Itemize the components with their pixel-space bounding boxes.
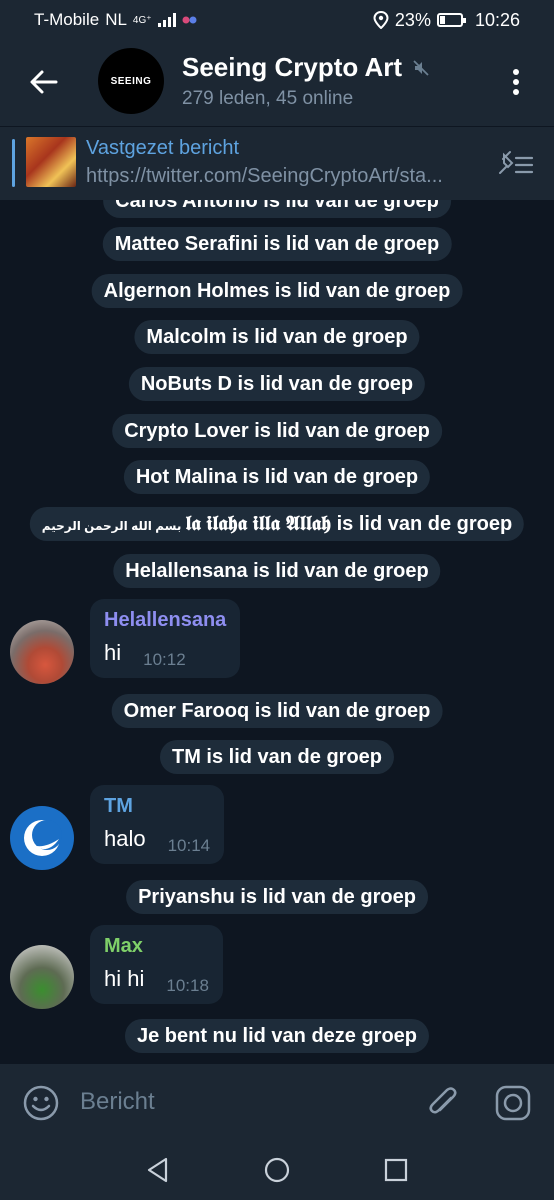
location-icon — [373, 11, 389, 29]
avatar[interactable] — [10, 945, 74, 1009]
signal-icon — [157, 13, 176, 27]
message-bubble[interactable]: TM halo 10:14 — [90, 785, 225, 864]
sender-name[interactable]: Max — [104, 935, 209, 958]
message-time: 10:12 — [143, 650, 186, 669]
chat-title-text: Seeing Crypto Art — [182, 52, 403, 82]
service-message: Matteo Serafini is lid van de groep — [102, 227, 452, 261]
pinned-accent-bar — [12, 139, 15, 187]
message-text: hi — [104, 640, 122, 665]
network-label: NL — [105, 10, 127, 29]
nav-recent-apps-icon[interactable] — [382, 1156, 410, 1184]
pinned-thumbnail — [26, 137, 76, 187]
back-arrow-icon[interactable] — [26, 64, 62, 100]
service-message: Algernon Holmes is lid van de groep — [91, 274, 463, 308]
service-message: Je bent nu lid van deze groep — [124, 1019, 430, 1053]
service-message: بسم الله الرحمن الرحيم 𝖑𝖆 𝖎𝖑𝖆𝖍𝖆 𝖎𝖑𝖑𝖆 𝕬𝖑𝖑𝖆… — [29, 507, 525, 541]
message-time: 10:14 — [167, 836, 211, 855]
service-message: TM is lid van de groep — [159, 740, 395, 774]
message-time: 10:18 — [166, 976, 209, 995]
message-bubble[interactable]: Max hi hi 10:18 — [90, 925, 223, 1004]
message-input[interactable] — [80, 1082, 380, 1122]
carrier-label: T-Mobile — [34, 10, 100, 29]
message-bubble[interactable]: Helallensana hi 10:12 — [90, 599, 241, 678]
pinned-message[interactable]: Vastgezet bericht https://twitter.com/Se… — [0, 126, 554, 200]
arabic-prefix: بسم الله الرحمن الرحيم — [41, 519, 182, 533]
message-composer — [0, 1064, 554, 1140]
avatar[interactable] — [10, 806, 74, 870]
muted-icon — [413, 59, 429, 76]
service-message: Crypto Lover is lid van de groep — [112, 414, 442, 448]
service-message: Omer Farooq is lid van de groep — [111, 694, 443, 728]
chat-header: SEEING Seeing Crypto Art 279 leden, 45 o… — [0, 40, 554, 126]
nav-home-icon[interactable] — [263, 1156, 291, 1184]
signal-type-label: 4G⁺ — [132, 14, 152, 26]
service-message: Carlos Antonio is lid van de groep — [103, 200, 451, 218]
system-nav-bar — [0, 1140, 554, 1200]
battery-percent: 23% — [394, 9, 431, 30]
emoji-icon[interactable] — [22, 1084, 60, 1122]
message-text: halo — [104, 826, 146, 851]
message-text: hi hi — [104, 966, 145, 991]
pinned-title: Vastgezet bericht — [86, 137, 240, 159]
service-message: Hot Malina is lid van de groep — [123, 460, 431, 494]
service-message: NoButs D is lid van de groep — [128, 367, 426, 401]
nav-back-icon[interactable] — [144, 1156, 172, 1184]
clock: 10:26 — [474, 9, 520, 30]
service-message: Priyanshu is lid van de groep — [126, 880, 428, 914]
battery-icon — [436, 13, 466, 27]
chat-subtitle: 279 leden, 45 online — [182, 88, 354, 109]
service-message: Malcolm is lid van de groep — [134, 320, 420, 354]
service-message: Helallensana is lid van de groep — [113, 554, 441, 588]
notification-dots-icon — [182, 16, 197, 24]
camera-icon[interactable] — [494, 1084, 532, 1122]
chat-avatar[interactable]: SEEING — [98, 48, 164, 114]
message-list[interactable]: Carlos Antonio is lid van de groep Matte… — [0, 200, 554, 1064]
sender-name[interactable]: TM — [104, 795, 210, 818]
avatar[interactable] — [10, 620, 74, 684]
pinned-text: https://twitter.com/SeeingCryptoArt/sta.… — [86, 165, 443, 187]
more-menu-icon[interactable] — [504, 66, 528, 98]
attach-icon[interactable] — [424, 1084, 462, 1122]
avatar-logo-icon — [24, 820, 62, 856]
chat-avatar-logo: SEEING — [110, 75, 152, 87]
status-bar: T-Mobile NL 4G⁺ 23% 10:26 — [0, 0, 554, 40]
chat-title[interactable]: Seeing Crypto Art — [182, 52, 430, 83]
pin-list-icon[interactable] — [494, 149, 534, 179]
sender-name[interactable]: Helallensana — [104, 609, 226, 632]
